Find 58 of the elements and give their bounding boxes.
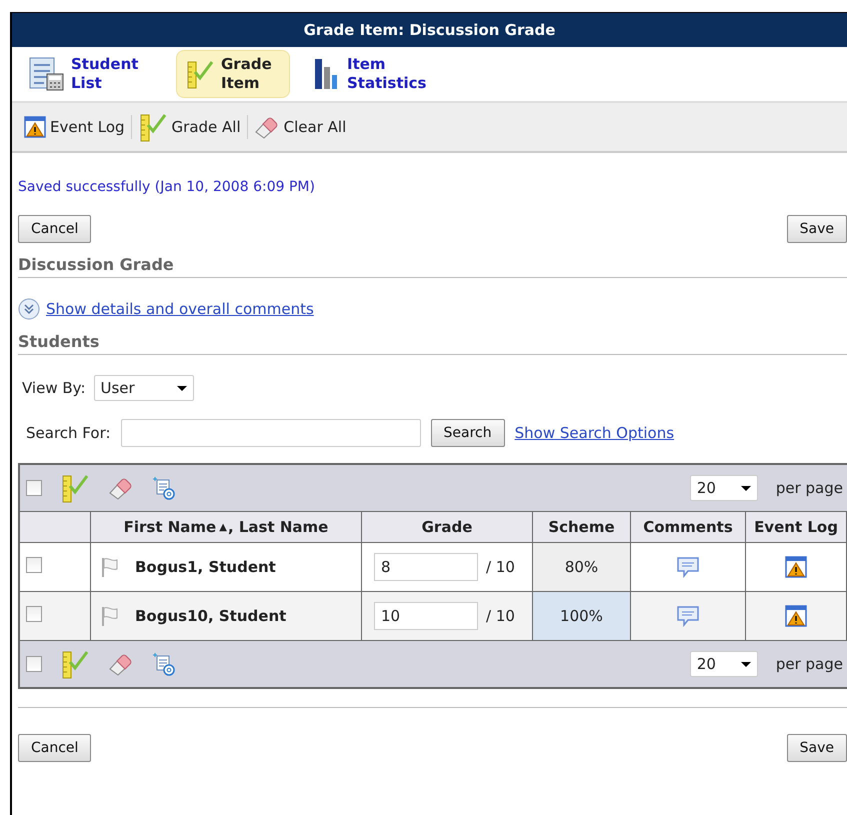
grade-field[interactable]: 10 (374, 602, 478, 630)
column-header[interactable]: Event Log (746, 512, 846, 542)
grade-maximum: / 10 (486, 607, 515, 625)
scheme-cell: 100% (532, 592, 630, 640)
cancel-button[interactable]: Cancel (18, 215, 92, 243)
save-button[interactable]: Save (786, 215, 847, 243)
speech-bubble-icon[interactable] (676, 605, 700, 627)
details-link[interactable]: Show details and overall comments (46, 300, 314, 318)
scheme-cell: 80% (532, 542, 630, 592)
search-options-link[interactable]: Show Search Options (514, 424, 674, 442)
warning-window-icon (24, 116, 46, 138)
toolbar-button[interactable]: Clear All (248, 115, 352, 139)
document-at-icon (152, 476, 176, 500)
column-header[interactable]: First Name ▲, Last Name (90, 512, 362, 542)
window-title: Grade Item: Discussion Grade (12, 12, 847, 47)
eraser-icon (108, 476, 134, 500)
checkbox[interactable] (26, 656, 42, 672)
per-page-label: per page (776, 479, 843, 497)
column-header[interactable]: Scheme (532, 512, 630, 542)
nav-tab[interactable]: Student List (20, 50, 162, 98)
grade-maximum: / 10 (486, 558, 515, 576)
cancel-button[interactable]: Cancel (18, 734, 92, 762)
ruler-check-icon (185, 58, 215, 90)
column-header[interactable]: Grade (362, 512, 532, 542)
save-button[interactable]: Save (786, 734, 847, 762)
view-by-dropdown[interactable]: User (94, 375, 194, 401)
grade-field[interactable]: 8 (374, 553, 478, 581)
column-header[interactable]: Comments (630, 512, 746, 542)
ruler-check-icon (60, 648, 90, 680)
eraser-icon (108, 652, 134, 676)
field-label: Search For: (26, 424, 111, 442)
field-label: View By: (22, 379, 86, 397)
per-page-dropdown[interactable]: 20 (690, 475, 758, 501)
ruler-check-icon (138, 111, 168, 143)
list-calculator-icon (29, 56, 65, 92)
status-message: Saved successfully (Jan 10, 2008 6:09 PM) (18, 179, 316, 195)
nav-tab[interactable]: Grade Item (176, 50, 290, 98)
checkbox[interactable] (26, 480, 42, 496)
eraser-icon (254, 115, 280, 139)
expand-down-icon (18, 298, 40, 320)
per-page-label: per page (776, 655, 843, 673)
ruler-check-icon (60, 472, 90, 504)
section-heading: Discussion Grade (18, 255, 847, 278)
student-name: Bogus10, Student (135, 607, 286, 625)
search-button[interactable]: Search (430, 419, 505, 447)
toolbar-button[interactable]: Grade All (132, 111, 247, 143)
nav-tab[interactable]: Item Statistics (304, 50, 438, 98)
warning-window-icon[interactable] (785, 605, 807, 627)
document-at-icon (152, 652, 176, 676)
student-name: Bogus1, Student (135, 558, 276, 576)
speech-bubble-icon[interactable] (676, 556, 700, 578)
section-heading: Students (18, 332, 847, 355)
per-page-dropdown[interactable]: 20 (690, 651, 758, 677)
search-field[interactable] (120, 419, 421, 447)
checkbox[interactable] (26, 557, 42, 573)
warning-window-icon[interactable] (785, 556, 807, 578)
toolbar-button[interactable]: Event Log (18, 116, 131, 138)
checkbox[interactable] (26, 606, 42, 622)
